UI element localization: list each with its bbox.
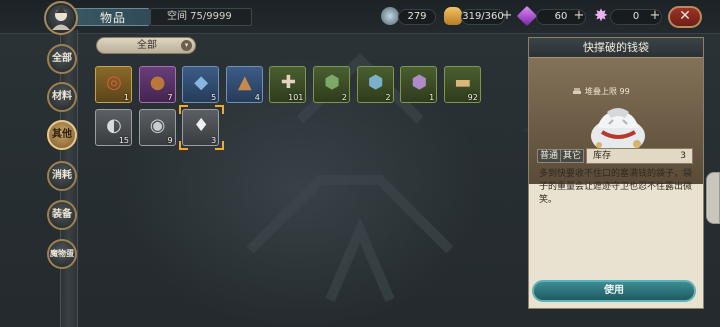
item-count: 1 <box>429 93 435 102</box>
coin-sack-icon: ◉ <box>149 115 166 136</box>
add-star-crystal-button[interactable]: + <box>648 9 662 23</box>
back-button[interactable] <box>44 1 78 35</box>
resource-bread: 319/360 <box>461 9 505 25</box>
nav-tab-monster-eggs[interactable]: 魔物蛋 <box>47 239 77 269</box>
blue-book-icon: ◆ <box>194 72 209 93</box>
character-portrait-icon <box>52 7 70 30</box>
category-filter-value: 全部 <box>137 40 157 51</box>
item-slot-compass-ring[interactable]: ◎ 1 <box>95 66 132 103</box>
category-filter-dropdown[interactable]: 全部 ▾ <box>96 37 196 54</box>
item-detail-panel: 快撑破的钱袋 堆叠上限 99 普通 其它 库存 3 多到快要收不住口的塞满钱的袋… <box>528 37 704 309</box>
star-crystal-icon: ✸ <box>593 6 609 26</box>
item-slot-map-scroll[interactable]: ▬ 92 <box>443 66 481 103</box>
resource-bread-value: 319/360 <box>462 11 504 22</box>
page-title: 物品 <box>100 11 127 25</box>
item-preview-area: 堆叠上限 99 <box>529 58 703 184</box>
stock-box: 库存 3 <box>586 148 693 164</box>
map-scroll-icon: ▬ <box>454 72 472 93</box>
item-count: 7 <box>167 93 173 102</box>
side-drawer-handle[interactable] <box>706 172 720 224</box>
stack-icon <box>573 88 581 94</box>
chevron-down-icon: ▾ <box>181 40 192 51</box>
item-count: 101 <box>288 93 304 102</box>
blue-ore-icon: ⬢ <box>367 72 384 93</box>
bread-icon <box>444 7 462 25</box>
resource-moon-gem-value: 279 <box>407 11 427 22</box>
use-button[interactable]: 使用 <box>532 280 696 302</box>
item-count: 1 <box>123 93 129 102</box>
item-count: 9 <box>167 136 173 145</box>
item-slot-purple-ore[interactable]: ⬢ 1 <box>400 66 438 103</box>
resource-purple-crystal-value: 60 <box>554 11 568 22</box>
item-slot-coin-sack[interactable]: ◉ 9 <box>138 109 176 146</box>
item-slot-silver-pouch[interactable]: ◐ 15 <box>95 109 132 146</box>
purple-ore-icon: ⬢ <box>411 72 428 93</box>
item-count: 2 <box>341 93 347 102</box>
stack-limit-label: 堆叠上限 99 <box>585 87 630 96</box>
item-count: 15 <box>118 136 129 145</box>
stock-label: 库存 <box>593 151 612 161</box>
nav-tab-materials[interactable]: 材料 <box>47 82 77 112</box>
selected-item-highlight <box>179 105 224 150</box>
item-count: 5 <box>211 93 217 102</box>
nav-tab-all[interactable]: 全部 <box>47 44 77 74</box>
item-count: 4 <box>254 93 260 102</box>
stock-value: 3 <box>680 151 686 161</box>
add-purple-crystal-button[interactable]: + <box>572 9 586 23</box>
close-button[interactable]: ✕ <box>668 6 702 28</box>
item-slot-bone[interactable]: ✚ 101 <box>269 66 307 103</box>
item-count: 2 <box>385 93 391 102</box>
item-slot-blue-ore[interactable]: ⬢ 2 <box>356 66 394 103</box>
green-ore-icon: ⬢ <box>324 72 340 93</box>
resource-star-crystal-value: 0 <box>632 11 640 22</box>
nav-tab-other[interactable]: 其他 <box>47 120 77 150</box>
scroll-bag-icon: ▲ <box>237 72 252 93</box>
add-bread-button[interactable]: + <box>500 9 514 23</box>
quality-tag-common: 普通 <box>537 149 562 163</box>
inventory-space-counter: 空间 75/9999 <box>150 8 252 26</box>
item-description: 多到快要收不住口的塞满钱的袋子，袋子的重量会让遮迹守卫也忍不住露出微笑。 <box>539 169 693 205</box>
item-count: 92 <box>467 93 478 102</box>
item-slot-scroll-bag[interactable]: ▲ 4 <box>225 66 263 103</box>
moon-gem-icon <box>381 7 399 25</box>
nav-tab-equipment[interactable]: 装备 <box>47 200 77 230</box>
inventory-screen: 物品 空间 75/9999 279 319/360 + 60 + ✸ 0 + ✕… <box>0 0 720 327</box>
item-slot-green-ore[interactable]: ⬢ 2 <box>313 66 350 103</box>
item-slot-bronze-coin[interactable]: ● 7 <box>138 66 176 103</box>
resource-moon-gem: 279 <box>398 9 436 25</box>
item-detail-title: 快撑破的钱袋 <box>529 38 703 58</box>
compass-ring-icon: ◎ <box>106 72 122 93</box>
bone-icon: ✚ <box>280 72 296 93</box>
nav-tab-consumables[interactable]: 消耗 <box>47 161 77 191</box>
bronze-coin-icon: ● <box>149 72 166 93</box>
silver-pouch-icon: ◐ <box>106 115 122 136</box>
type-tag-other: 其它 <box>560 149 585 163</box>
item-slot-blue-book[interactable]: ◆ 5 <box>182 66 220 103</box>
